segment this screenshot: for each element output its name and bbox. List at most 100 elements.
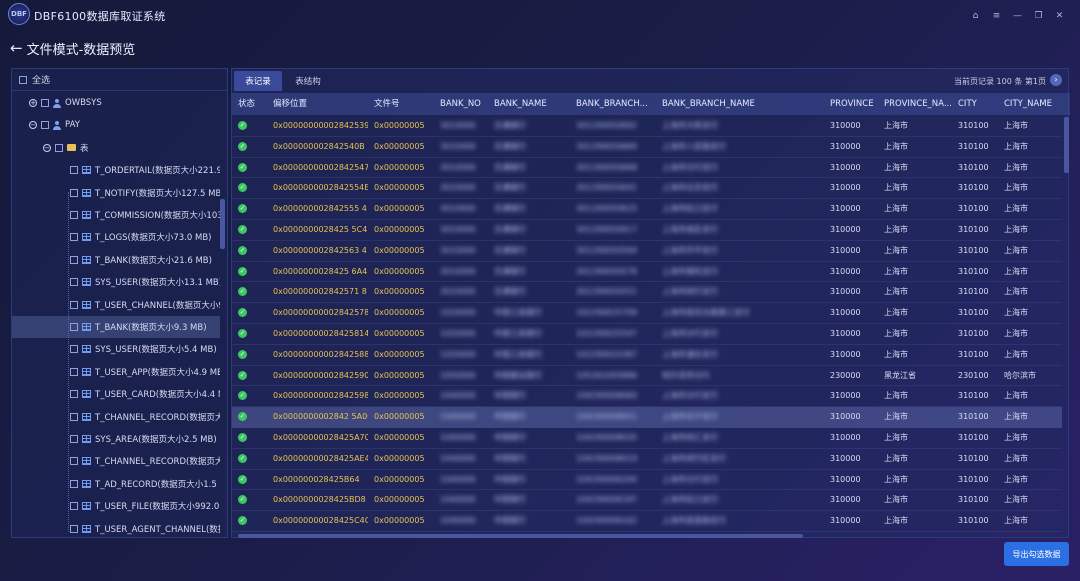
tree-node[interactable]: T_CHANNEL_RECORD(数据页大... xyxy=(12,406,220,428)
select-all-checkbox[interactable] xyxy=(19,75,27,84)
back-arrow-icon[interactable]: ← xyxy=(10,40,23,56)
column-header[interactable]: BANK_NAME xyxy=(488,93,570,115)
table-row[interactable]: ✓ 0x00000000028425AE4 0x00000005 1040000 中国银… xyxy=(232,449,1062,470)
table-row[interactable]: ✓ 0x0000000028425 5C4 0x00000005 3010000 交通银… xyxy=(232,220,1062,241)
tree-node-checkbox[interactable] xyxy=(41,121,49,130)
column-header[interactable]: 状态 xyxy=(232,93,267,115)
expand-icon[interactable]: + xyxy=(29,99,37,107)
tree-node[interactable]: T_USER_FILE(数据页大小992.0 KB) xyxy=(12,495,220,517)
column-header[interactable]: 文件号 xyxy=(368,93,434,115)
table-row[interactable]: ✓ 0x0000000002842 5A00 0x00000005 1040000 中国… xyxy=(232,407,1062,428)
table-row[interactable]: ✓ 0x00000000028425814 0x00000005 1020000 中国工… xyxy=(232,324,1062,345)
close-icon[interactable]: ✕ xyxy=(1049,8,1070,24)
tree-node-checkbox[interactable] xyxy=(70,345,78,354)
table-row[interactable]: ✓ 0x00000000002842547C 0x00000005 3010000 交通… xyxy=(232,158,1062,179)
restore-icon[interactable]: ❐ xyxy=(1028,8,1049,24)
table-row[interactable]: ✓ 0x00000000002842598C 0x00000005 1040000 中国… xyxy=(232,386,1062,408)
collapse-icon[interactable]: − xyxy=(43,143,51,152)
table-cell: 1040000 xyxy=(440,495,476,505)
table-cell: 310100 xyxy=(958,391,989,401)
tree-node[interactable]: SYS_AREA(数据页大小2.5 MB) xyxy=(12,428,220,450)
tree-node[interactable]: T_BANK(数据页大小21.6 MB) xyxy=(12,249,220,271)
table-row[interactable]: ✓ 0x0000000028425 6A4 0x00000005 3010000 交通银… xyxy=(232,262,1062,283)
column-header[interactable]: PROVINCE xyxy=(824,93,878,115)
grid-vertical-scrollbar[interactable] xyxy=(1064,117,1069,173)
table-cell: 0x00000005 xyxy=(374,204,425,214)
tree-node-checkbox[interactable] xyxy=(70,255,78,264)
table-cell: 310100 xyxy=(958,162,989,172)
tree-node[interactable]: T_BANK(数据页大小9.3 MB) xyxy=(12,316,220,338)
tree-node[interactable]: SYS_USER(数据页大小5.4 MB) xyxy=(12,338,220,360)
tree-node-checkbox[interactable] xyxy=(70,435,78,443)
home-icon[interactable]: ⌂ xyxy=(965,8,986,24)
tree-node[interactable]: T_USER_CHANNEL(数据页大小9.... xyxy=(12,294,220,316)
tree-node[interactable]: T_CHANNEL_RECORD(数据页大... xyxy=(12,450,220,472)
table-row[interactable]: ✓ 0x000000028425B64 0x00000005 1040000 中国银行 1… xyxy=(232,470,1062,491)
tab-structure[interactable]: 表结构 xyxy=(284,71,332,91)
tree-node[interactable]: T_ORDERTAIL(数据页大小221.9 ... xyxy=(12,159,220,181)
tree-scrollbar[interactable] xyxy=(220,199,225,249)
table-row[interactable]: ✓ 0x000000002842540B 0x00000005 3010000 交通银行… xyxy=(232,137,1062,158)
minimize-icon[interactable]: — xyxy=(1007,8,1028,24)
select-all-row[interactable]: 全选 xyxy=(12,69,227,91)
tree-node[interactable]: T_USER_CARD(数据页大小4.4 MB) xyxy=(12,383,220,405)
menu-icon[interactable]: ≡ xyxy=(986,8,1007,24)
tree-node-checkbox[interactable] xyxy=(70,412,78,421)
table-row[interactable]: ✓ 0x00000000002842590C 0x00000005 1050000 中国… xyxy=(232,366,1062,387)
export-selected-button[interactable]: 导出勾选数据 xyxy=(1004,542,1069,566)
next-page-icon[interactable]: › xyxy=(1050,74,1062,86)
table-row[interactable]: ✓ 0x00000000002842578C 0x00000005 1020000 中国… xyxy=(232,303,1062,324)
tree-node-checkbox[interactable] xyxy=(70,502,78,511)
tree-node-checkbox[interactable] xyxy=(70,367,78,376)
tree-node-checkbox[interactable] xyxy=(55,143,63,152)
tree-node-checkbox[interactable] xyxy=(70,457,78,466)
column-header[interactable]: PROVINCE_NA... xyxy=(878,93,952,115)
tree-node-checkbox[interactable] xyxy=(70,300,78,309)
column-header[interactable]: BANK_BRANCH... xyxy=(570,93,656,115)
tree-node[interactable]: T_LOGS(数据页大小73.0 MB) xyxy=(12,226,220,248)
grid-horizontal-scrollbar[interactable] xyxy=(238,534,803,538)
column-header[interactable]: CITY xyxy=(952,93,998,115)
table-row[interactable]: ✓ 0x00000000028425A70 0x00000005 1040000 中国银… xyxy=(232,428,1062,449)
tree-node-checkbox[interactable] xyxy=(70,233,78,242)
tree-node[interactable]: T_USER_APP(数据页大小4.9 MB) xyxy=(12,361,220,383)
column-header[interactable]: BANK_NO xyxy=(434,93,488,115)
tree-node-checkbox[interactable] xyxy=(70,524,78,533)
table-cell: 上海市 xyxy=(1004,266,1028,276)
column-header[interactable]: BANK_BRANCH_NAME xyxy=(656,93,824,115)
tree-node[interactable]: + OWBSYS xyxy=(12,92,220,114)
tree-node-checkbox[interactable] xyxy=(70,278,78,287)
tree-node[interactable]: T_COMMISSION(数据页大小103.... xyxy=(12,204,220,226)
table-row[interactable]: ✓ 0x00000000002842588C 0x00000005 1020000 中国… xyxy=(232,345,1062,366)
table-cell: 310100 xyxy=(958,225,989,234)
table-row[interactable]: ✓ 0x00000000028425C4C 0x00000005 1040000 中国银… xyxy=(232,511,1062,532)
tree-node[interactable]: T_USER_AGENT_CHANNEL(数据... xyxy=(12,518,220,537)
table-cell: 0x00000005 xyxy=(374,329,425,338)
tree-node-checkbox[interactable] xyxy=(70,323,78,331)
table-cell: 310000 xyxy=(830,453,861,463)
table-row[interactable]: ✓ 0x000000002842555 4 0x00000005 3010000 交通银… xyxy=(232,199,1062,220)
table-row[interactable]: ✓ 0x0000000002842554E8 0x00000005 3010000 交通… xyxy=(232,178,1062,200)
table-cell: 上海市 xyxy=(884,349,908,359)
table-row[interactable]: ✓ 0x000000002842571 8 0x00000005 3010000 交通银… xyxy=(232,282,1062,304)
tree-node[interactable]: SYS_USER(数据页大小13.1 MB) xyxy=(12,271,220,293)
table-row[interactable]: ✓ 0x000000002842563 4 0x00000005 3010000 交通银… xyxy=(232,241,1062,262)
column-header[interactable]: CITY_NAME xyxy=(998,93,1062,115)
tree-node-checkbox[interactable] xyxy=(70,479,78,488)
tab-records[interactable]: 表记录 xyxy=(234,71,282,91)
tree-node-checkbox[interactable] xyxy=(70,166,78,175)
tree-node[interactable]: T_AD_RECORD(数据页大小1.5 ... xyxy=(12,473,220,495)
table-row[interactable]: ✓ 0x0000000028425BD8 0x00000005 1040000 中国银行… xyxy=(232,490,1062,512)
tree-node-checkbox[interactable] xyxy=(70,390,78,399)
tree-node-checkbox[interactable] xyxy=(41,99,49,107)
table-row[interactable]: ✓ 0x00000000002842539C 0x00000005 3010000 交通… xyxy=(232,116,1062,137)
tree-node-checkbox[interactable] xyxy=(70,211,78,219)
tree-node[interactable]: T_NOTIFY(数据页大小127.5 MB) xyxy=(12,182,220,204)
collapse-icon[interactable]: − xyxy=(29,121,37,130)
tree-node-checkbox[interactable] xyxy=(70,188,78,197)
table-cell: 104290008019 xyxy=(576,453,638,463)
table-cell: 上海市 xyxy=(884,204,908,214)
column-header[interactable]: 偏移位置 xyxy=(267,93,368,115)
tree-node[interactable]: − PAY xyxy=(12,114,220,136)
tree-node[interactable]: − 表 xyxy=(12,137,220,159)
